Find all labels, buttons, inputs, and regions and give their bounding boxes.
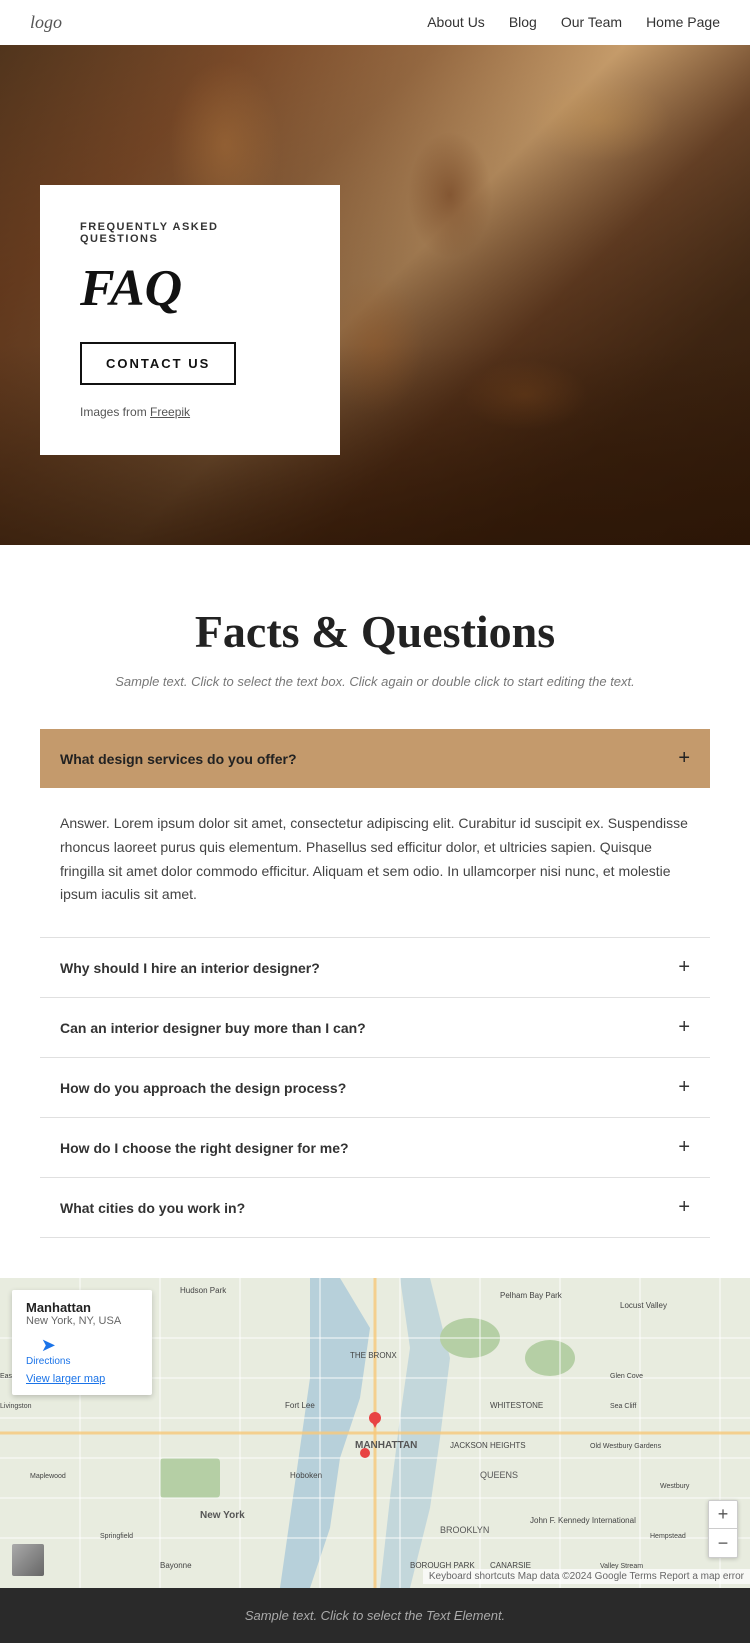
map-zoom-in-button[interactable]: + [709, 1501, 737, 1529]
accordion-icon-3: + [678, 1076, 690, 1099]
faq-subtitle: Sample text. Click to select the text bo… [40, 674, 710, 689]
svg-text:Livingston: Livingston [0, 1403, 32, 1410]
accordion-header-5[interactable]: What cities do you work in? + [40, 1178, 710, 1237]
map-popup: Manhattan New York, NY, USA ➤ Directions… [12, 1290, 152, 1395]
hero-title: FAQ [80, 259, 300, 318]
faq-section: Facts & Questions Sample text. Click to … [0, 545, 750, 1278]
svg-text:New York: New York [200, 1510, 245, 1521]
accordion-question-1: Why should I hire an interior designer? [60, 960, 320, 976]
footer: Sample text. Click to select the Text El… [0, 1588, 750, 1643]
nav-home-page[interactable]: Home Page [646, 14, 720, 30]
accordion-icon-1: + [678, 956, 690, 979]
hero-subtitle: FREQUENTLY ASKED QUESTIONS [80, 221, 300, 245]
accordion-item-5: What cities do you work in? + [40, 1178, 710, 1238]
accordion-icon-2: + [678, 1016, 690, 1039]
directions-label: Directions [26, 1356, 70, 1367]
svg-text:Glen Cove: Glen Cove [610, 1373, 643, 1380]
svg-text:Springfield: Springfield [100, 1533, 133, 1540]
map-attribution: Keyboard shortcuts Map data ©2024 Google… [423, 1569, 750, 1584]
nav-our-team[interactable]: Our Team [561, 14, 622, 30]
accordion-question-3: How do you approach the design process? [60, 1080, 346, 1096]
map-directions-button[interactable]: ➤ Directions [26, 1335, 70, 1367]
avatar-image [12, 1544, 44, 1576]
svg-text:Pelham Bay Park: Pelham Bay Park [500, 1291, 563, 1300]
accordion-icon-0: + [678, 747, 690, 770]
accordion-item-3: How do you approach the design process? … [40, 1058, 710, 1118]
map-popup-address: New York, NY, USA [26, 1315, 138, 1327]
svg-text:Bayonne: Bayonne [160, 1561, 192, 1570]
hero-section: FREQUENTLY ASKED QUESTIONS FAQ CONTACT U… [0, 45, 750, 545]
svg-text:Locust Valley: Locust Valley [620, 1301, 667, 1310]
faq-title: Facts & Questions [40, 605, 710, 658]
footer-text: Sample text. Click to select the Text El… [30, 1608, 720, 1623]
accordion-item-0: What design services do you offer? + Ans… [40, 729, 710, 938]
contact-us-button[interactable]: CONTACT US [80, 342, 236, 385]
accordion-icon-5: + [678, 1196, 690, 1219]
directions-icon: ➤ [41, 1335, 56, 1356]
navbar: logo About Us Blog Our Team Home Page [0, 0, 750, 45]
accordion-header-0[interactable]: What design services do you offer? + [40, 729, 710, 788]
svg-text:Hudson Park: Hudson Park [180, 1286, 227, 1295]
svg-text:Maplewood: Maplewood [30, 1473, 66, 1480]
svg-text:Fort Lee: Fort Lee [285, 1401, 315, 1410]
map-zoom-out-button[interactable]: − [709, 1529, 737, 1557]
accordion-header-3[interactable]: How do you approach the design process? … [40, 1058, 710, 1117]
faq-accordion: What design services do you offer? + Ans… [40, 729, 710, 1238]
accordion-question-5: What cities do you work in? [60, 1200, 245, 1216]
hero-card: FREQUENTLY ASKED QUESTIONS FAQ CONTACT U… [40, 185, 340, 455]
nav-about[interactable]: About Us [427, 14, 485, 30]
map-zoom-controls: + − [708, 1500, 738, 1558]
accordion-question-4: How do I choose the right designer for m… [60, 1140, 349, 1156]
accordion-item-4: How do I choose the right designer for m… [40, 1118, 710, 1178]
map-section: MANHATTAN QUEENS BROOKLYN New York Hacke… [0, 1278, 750, 1588]
svg-text:Hempstead: Hempstead [650, 1533, 686, 1540]
accordion-question-2: Can an interior designer buy more than I… [60, 1020, 366, 1036]
svg-text:THE BRONX: THE BRONX [350, 1351, 397, 1360]
accordion-item-2: Can an interior designer buy more than I… [40, 998, 710, 1058]
svg-text:JACKSON HEIGHTS: JACKSON HEIGHTS [450, 1441, 526, 1450]
map-popup-title: Manhattan [26, 1300, 138, 1315]
svg-text:BROOKLYN: BROOKLYN [440, 1525, 489, 1535]
accordion-icon-4: + [678, 1136, 690, 1159]
map-popup-actions: ➤ Directions [26, 1335, 138, 1367]
accordion-item-1: Why should I hire an interior designer? … [40, 938, 710, 998]
accordion-question-0: What design services do you offer? [60, 751, 297, 767]
svg-text:Sea Cliff: Sea Cliff [610, 1403, 636, 1410]
svg-text:Westbury: Westbury [660, 1483, 690, 1490]
svg-text:Old Westbury Gardens: Old Westbury Gardens [590, 1443, 662, 1450]
image-attribution: Images from Freepik [80, 405, 300, 419]
freepik-link[interactable]: Freepik [150, 405, 190, 419]
svg-text:Hoboken: Hoboken [290, 1471, 322, 1480]
nav-blog[interactable]: Blog [509, 14, 537, 30]
accordion-header-1[interactable]: Why should I hire an interior designer? … [40, 938, 710, 997]
nav-links: About Us Blog Our Team Home Page [427, 14, 720, 32]
accordion-header-4[interactable]: How do I choose the right designer for m… [40, 1118, 710, 1177]
accordion-content-0: Answer. Lorem ipsum dolor sit amet, cons… [40, 788, 710, 937]
svg-text:John F. Kennedy International: John F. Kennedy International [530, 1516, 636, 1525]
accordion-header-2[interactable]: Can an interior designer buy more than I… [40, 998, 710, 1057]
view-larger-map-link[interactable]: View larger map [26, 1373, 138, 1385]
svg-text:QUEENS: QUEENS [480, 1470, 518, 1480]
svg-text:WHITESTONE: WHITESTONE [490, 1401, 543, 1410]
logo: logo [30, 12, 62, 33]
map-street-view-avatar[interactable] [12, 1544, 44, 1576]
